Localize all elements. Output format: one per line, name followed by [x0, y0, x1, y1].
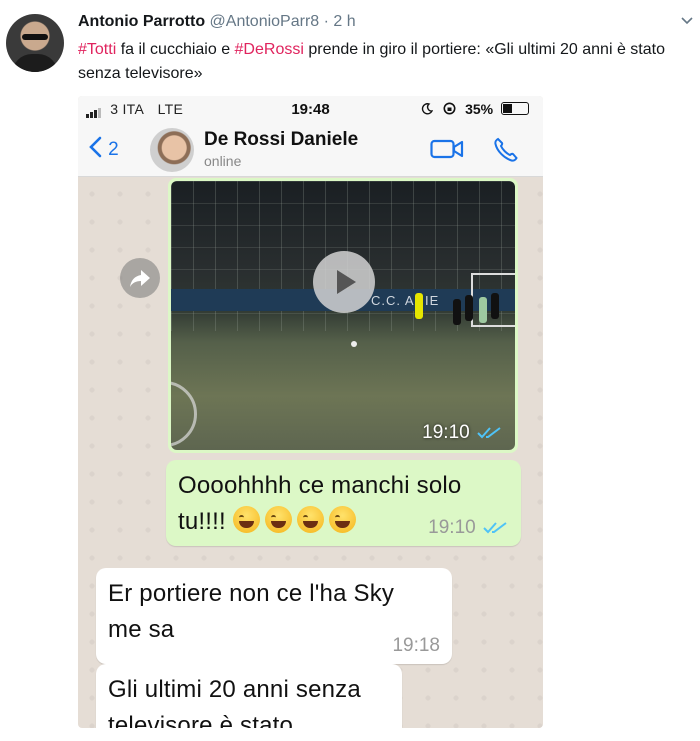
thumbnail-ball	[351, 341, 357, 347]
chevron-down-icon[interactable]	[680, 14, 694, 28]
forward-button[interactable]	[120, 258, 160, 298]
message-incoming[interactable]: Er portiere non ce l'ha Sky me sa 19:18	[96, 568, 452, 664]
avatar-shirt	[12, 54, 58, 72]
thumbnail-banner-text: C.C. ANIE	[371, 293, 440, 308]
battery-percent: 35%	[465, 101, 494, 117]
attached-screenshot[interactable]: 3 ITA LTE 19:48 35% 2 De Rossi Daniele o…	[78, 96, 543, 728]
tweet-text-part-1: fa il cucchiaio e	[116, 41, 235, 58]
message-text: Gli ultimi 20 anni senza televisore è st…	[108, 676, 361, 728]
battery-icon	[501, 102, 529, 115]
avatar-glasses	[22, 34, 48, 40]
thumbnail-pitch-arc	[171, 381, 197, 447]
moon-icon	[422, 103, 434, 115]
phone-status-bar: 3 ITA LTE 19:48 35%	[78, 96, 543, 124]
contact-name[interactable]: De Rossi Daniele	[204, 129, 358, 151]
unread-count: 2	[108, 139, 119, 160]
header-separator: ·	[323, 13, 329, 30]
video-call-icon[interactable]	[430, 138, 464, 160]
thumbnail-player	[491, 293, 499, 319]
author-handle[interactable]: @AntonioParr8	[210, 13, 320, 30]
video-thumbnail[interactable]: C.C. ANIE 19:10	[171, 181, 515, 450]
hashtag-derossi[interactable]: #DeRossi	[235, 41, 304, 58]
message-incoming[interactable]: Gli ultimi 20 anni senza televisore è st…	[96, 664, 402, 728]
tweet-time[interactable]: 2 h	[333, 13, 355, 30]
video-message-time: 19:10	[422, 422, 503, 444]
thumbnail-player	[415, 293, 423, 319]
thumbnail-player	[465, 295, 473, 321]
message-outgoing[interactable]: Oooohhhh ce manchi solo tu!!!! 19:10	[166, 460, 521, 546]
video-message[interactable]: C.C. ANIE 19:10	[168, 178, 518, 453]
status-right: 35%	[421, 101, 529, 117]
thumbnail-player	[479, 297, 487, 323]
chat-header: 2 De Rossi Daniele online	[78, 124, 543, 177]
tweet-text: #Totti fa il cucchiaio e #DeRossi prende…	[78, 38, 688, 86]
video-time-text: 19:10	[422, 422, 470, 443]
message-time: 19:18	[392, 635, 440, 656]
message-time: 19:10	[428, 517, 509, 539]
tears-of-joy-icon	[328, 506, 356, 533]
message-time-text: 19:10	[428, 517, 476, 538]
rotation-lock-icon	[443, 102, 456, 115]
forward-icon	[130, 270, 150, 287]
author-name[interactable]: Antonio Parrotto	[78, 13, 205, 30]
read-ticks-icon	[483, 522, 507, 534]
tears-of-joy-icon	[264, 506, 292, 533]
phone-call-icon[interactable]	[492, 136, 520, 164]
hashtag-totti[interactable]: #Totti	[78, 41, 116, 58]
play-icon	[337, 270, 356, 294]
tweet-header: Antonio Parrotto @AntonioParr8 · 2 h	[78, 12, 356, 32]
contact-avatar[interactable]	[150, 128, 194, 172]
author-avatar[interactable]	[6, 14, 64, 72]
tears-of-joy-icon	[232, 506, 260, 533]
tears-of-joy-icon	[296, 506, 324, 533]
read-ticks-icon	[477, 427, 501, 439]
play-button[interactable]	[313, 251, 375, 313]
chevron-left-icon	[89, 136, 102, 158]
contact-presence: online	[204, 153, 242, 169]
thumbnail-player	[453, 299, 461, 325]
message-text: Er portiere non ce l'ha Sky me sa	[108, 580, 395, 643]
back-button[interactable]: 2	[88, 134, 119, 164]
